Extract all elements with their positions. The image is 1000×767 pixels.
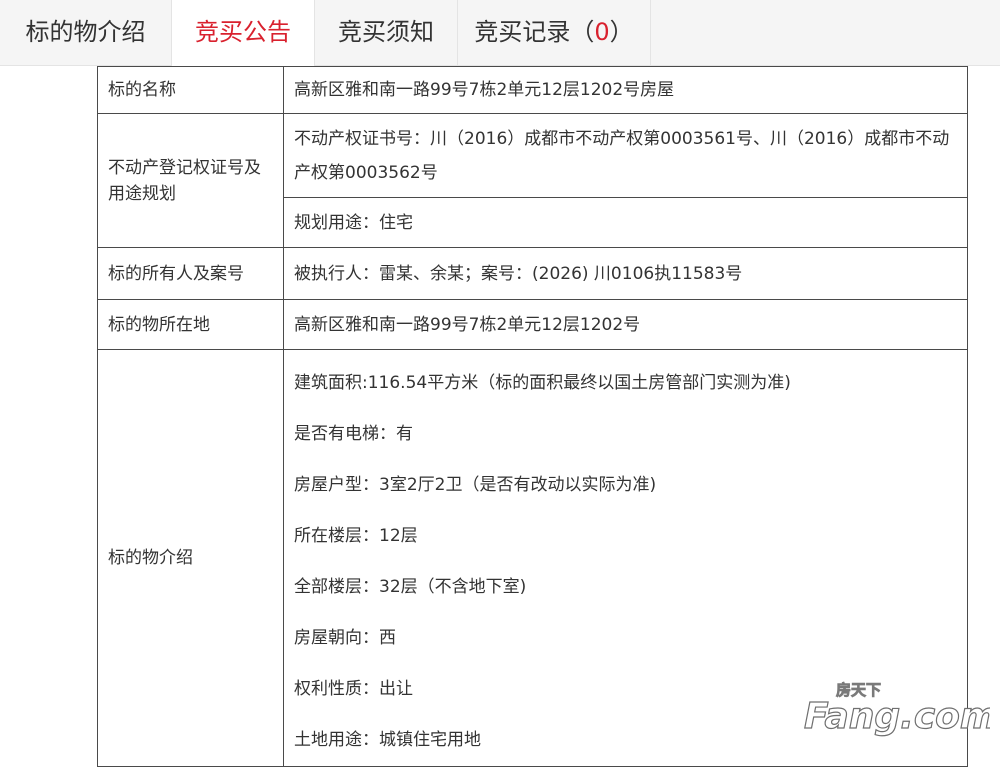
list-item: 房屋户型：3室2厅2卫（是否有改动以实际为准) — [294, 475, 657, 495]
row-value: 高新区雅和南一路99号7栋2单元12层1202号房屋 — [283, 66, 968, 114]
tab-label: 标的物介绍 — [25, 18, 146, 46]
row-value: 被执行人：雷某、余某；案号：(2026) 川0106执11583号 — [283, 247, 968, 300]
table-row: 标的物介绍 建筑面积:116.54平方米（标的面积最终以国土房管部门实测为准) … — [97, 349, 968, 767]
row-value: 规划用途：住宅 — [283, 197, 968, 248]
tab-label-suffix: ） — [609, 18, 634, 46]
tab-label: 竞买公告 — [195, 18, 291, 46]
row-value: 高新区雅和南一路99号7栋2单元12层1202号 — [283, 299, 968, 350]
list-item: 全部楼层：32层（不含地下室) — [294, 577, 527, 597]
tab-label: 竞买须知 — [338, 18, 434, 46]
property-info-table: 标的名称 高新区雅和南一路99号7栋2单元12层1202号房屋 不动产登记权证号… — [97, 66, 968, 767]
row-label: 标的所有人及案号 — [97, 247, 284, 300]
tab-announcement[interactable]: 竞买公告 — [172, 0, 315, 66]
row-label: 不动产登记权证号及用途规划 — [97, 113, 284, 248]
tab-notice[interactable]: 竞买须知 — [315, 0, 458, 66]
row-label: 标的物所在地 — [97, 299, 284, 350]
list-item: 是否有电梯：有 — [294, 424, 413, 444]
row-label: 标的物介绍 — [97, 349, 284, 767]
bid-count: 0 — [594, 18, 610, 46]
intro-list: 建筑面积:116.54平方米（标的面积最终以国土房管部门实测为准) 是否有电梯：… — [283, 349, 968, 767]
list-item: 土地用途：城镇住宅用地 — [294, 730, 481, 750]
list-item: 权利性质：出让 — [294, 679, 413, 699]
list-item: 建筑面积:116.54平方米（标的面积最终以国土房管部门实测为准) — [294, 373, 791, 393]
row-value: 不动产权证书号：川（2016）成都市不动产权第0003561号、川（2016）成… — [283, 113, 968, 198]
table-row: 标的物所在地 高新区雅和南一路99号7栋2单元12层1202号 — [97, 299, 968, 350]
tab-item-intro[interactable]: 标的物介绍 — [0, 0, 172, 66]
row-label: 标的名称 — [97, 66, 284, 114]
tab-label: 竞买记录（ — [474, 18, 595, 46]
list-item: 房屋朝向：西 — [294, 628, 396, 648]
list-item: 所在楼层：12层 — [294, 526, 418, 546]
tab-bid-records[interactable]: 竞买记录（0） — [458, 0, 651, 66]
table-row: 标的所有人及案号 被执行人：雷某、余某；案号：(2026) 川0106执1158… — [97, 247, 968, 300]
table-row: 标的名称 高新区雅和南一路99号7栋2单元12层1202号房屋 — [97, 66, 968, 114]
tab-bar: 标的物介绍 竞买公告 竞买须知 竞买记录（0） — [0, 0, 1000, 66]
table-row: 不动产登记权证号及用途规划 不动产权证书号：川（2016）成都市不动产权第000… — [97, 113, 968, 248]
